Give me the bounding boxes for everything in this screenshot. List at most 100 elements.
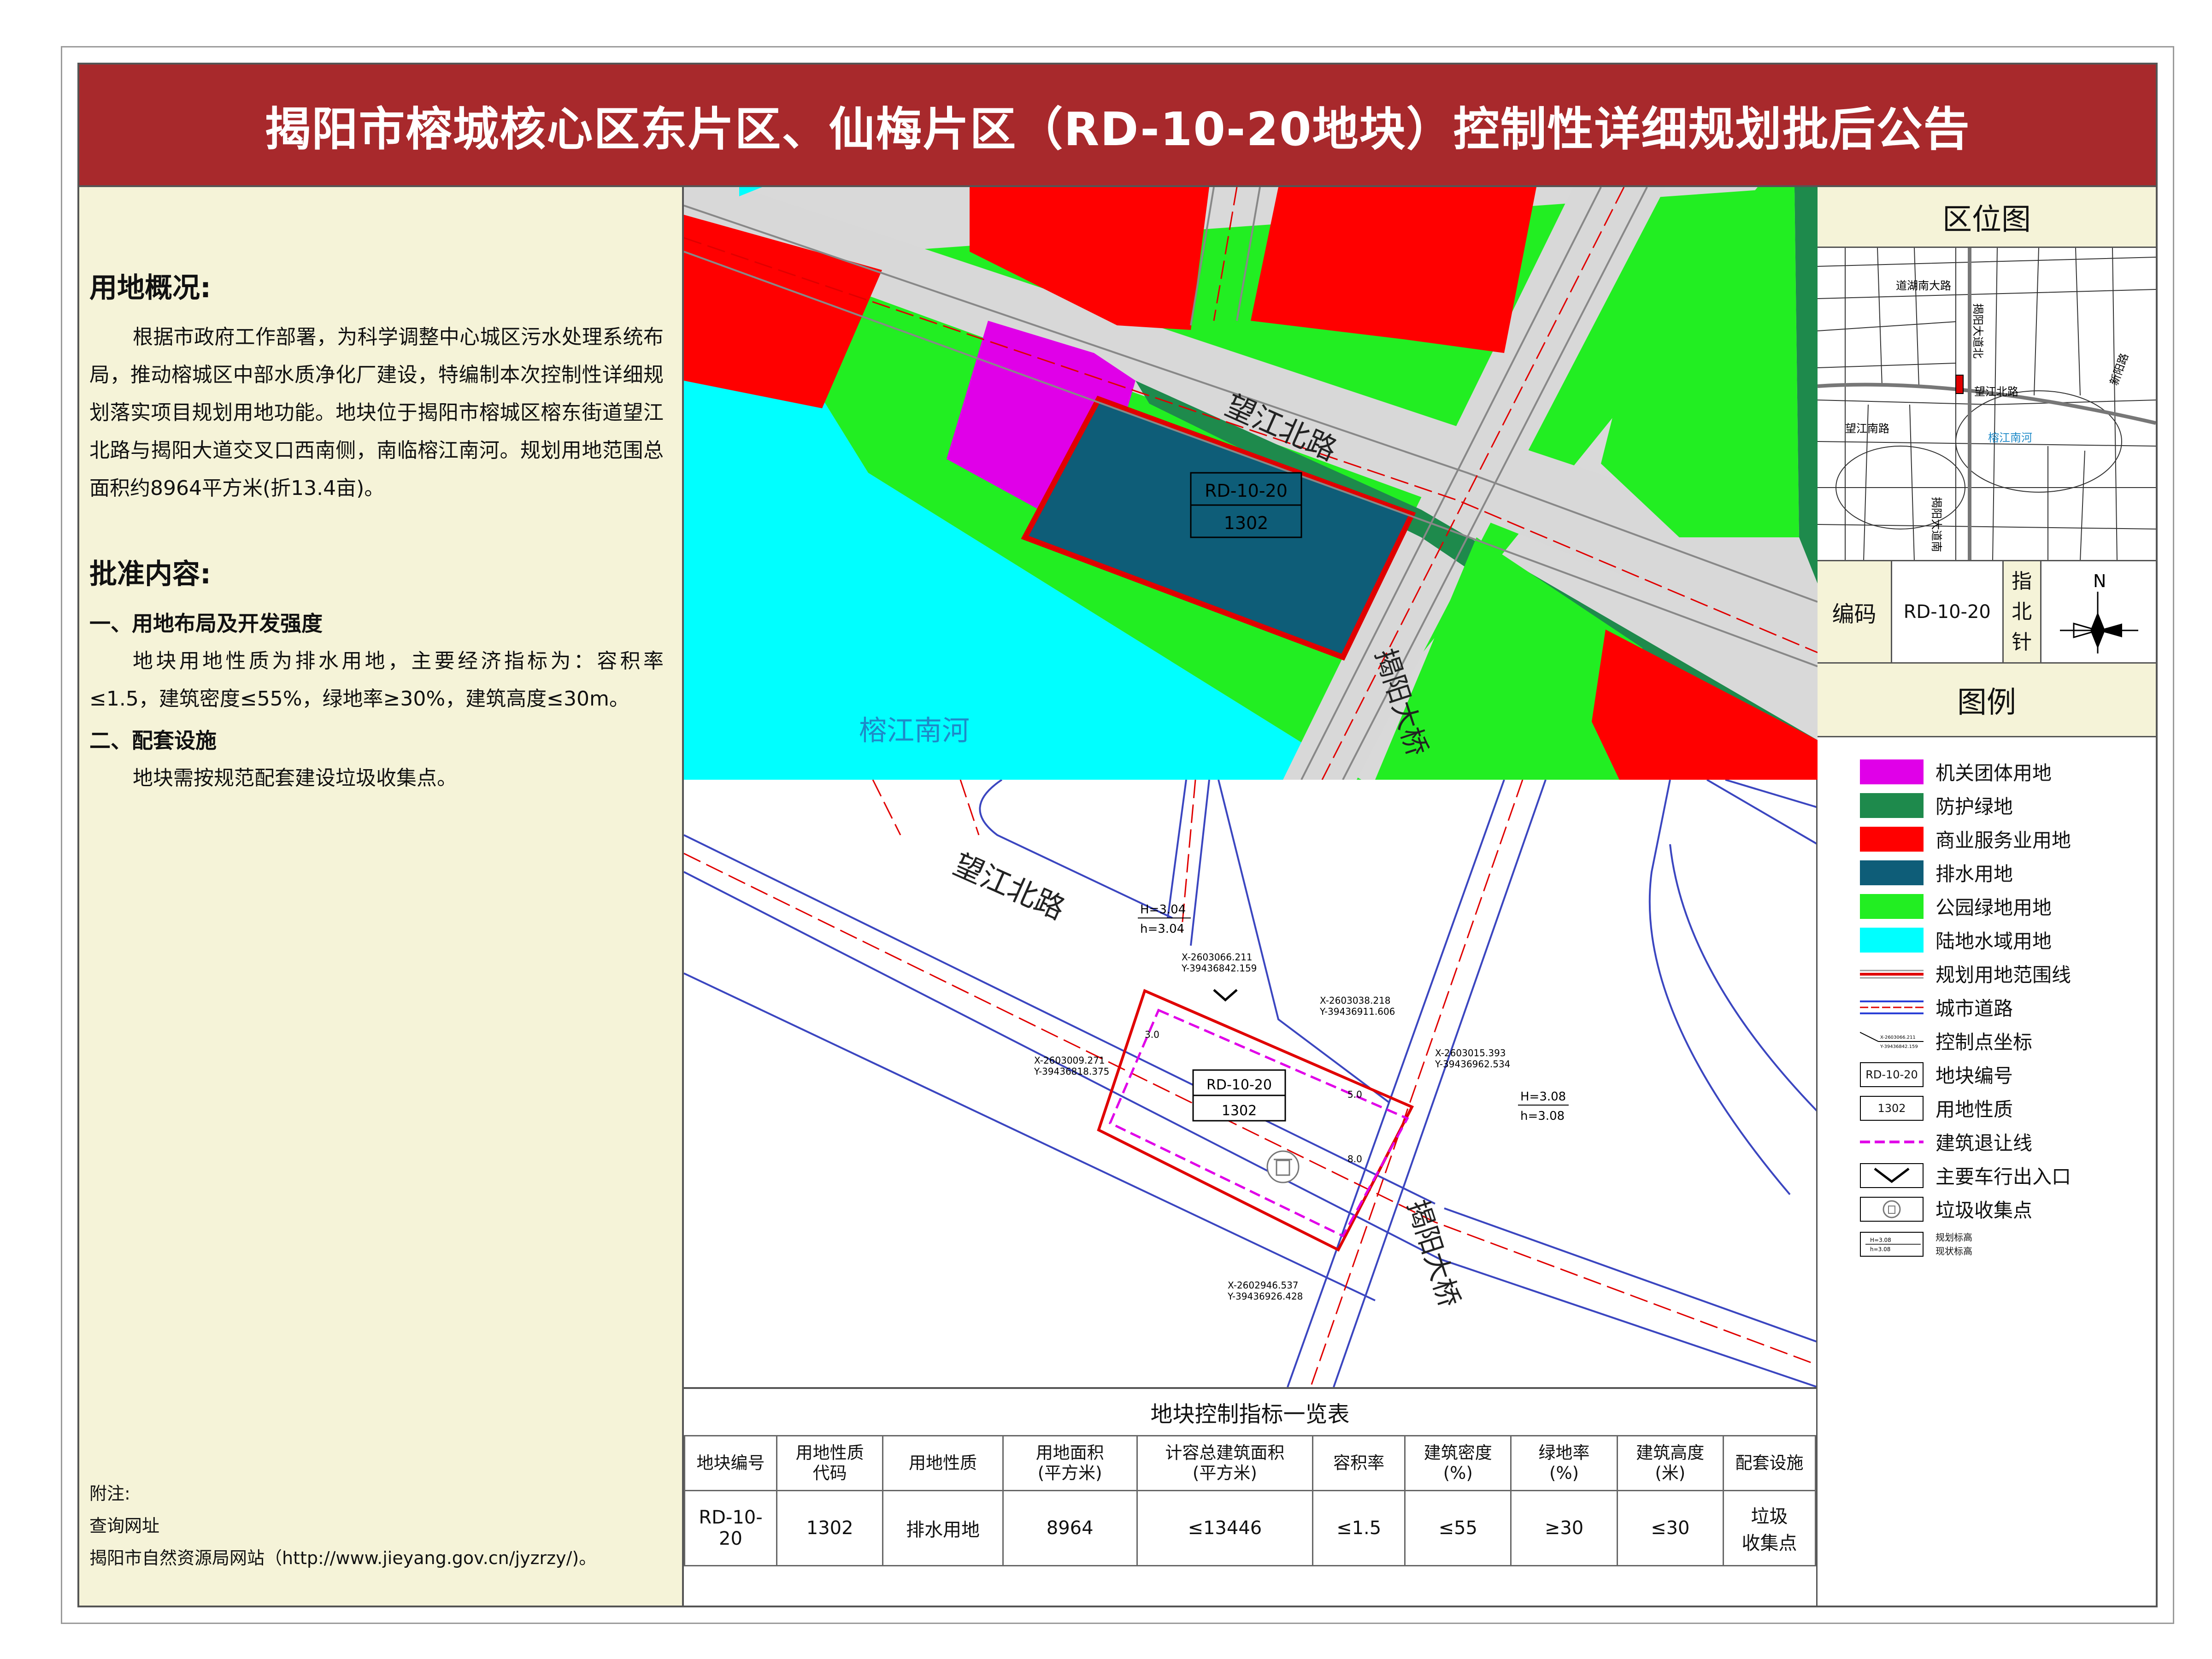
notes-label: 附注: bbox=[89, 1483, 130, 1504]
table-cell: 排水用地 bbox=[882, 1490, 1004, 1566]
index-table: 地块编号 用地性质 代码 用地性质 用地面积 (平方米) 计容总建筑面积 (平方米) 容积率 建筑… bbox=[683, 1435, 1817, 1566]
legend-swatch-commercial bbox=[1860, 826, 1924, 852]
legend-swatch-drainage bbox=[1860, 860, 1924, 885]
location-map-heading: 区位图 bbox=[1818, 187, 2156, 248]
legend-item: 防护绿地 bbox=[1860, 788, 2156, 822]
legend-swatch-land-use: 1302 bbox=[1860, 1095, 1924, 1121]
legend: 机关团体用地 防护绿地 商业服务业用地 排水用地 公园绿地用地 陆地水域用地 规… bbox=[1818, 737, 2156, 1263]
location-marker bbox=[1955, 375, 1964, 394]
legend-item: 1302 用地性质 bbox=[1860, 1091, 2156, 1125]
legend-item: 规划用地范围线 bbox=[1860, 957, 2156, 990]
control-point-3-x: X-2603009.271 bbox=[1034, 1055, 1105, 1066]
table-title: 地块控制指标一览表 bbox=[1150, 1401, 1350, 1427]
location-map: 道湖南大路 揭阳大道北 望江北路 望江南路 榕江南河 揭阳大道南 新阳路 bbox=[1818, 248, 2156, 561]
control-point-2-x: X-2603038.218 bbox=[1320, 995, 1391, 1006]
trash-legend-icon bbox=[1860, 1196, 1924, 1222]
legend-item: 主要车行出入口 bbox=[1860, 1159, 2156, 1192]
svg-text:N: N bbox=[2093, 571, 2106, 591]
control-point-5-x: X-2602946.537 bbox=[1228, 1280, 1299, 1291]
table-header-cell: 用地面积 (平方米) bbox=[1002, 1435, 1138, 1491]
notes-line2: 揭阳市自然资源局网站（http://www.jieyang.gov.cn/jyz… bbox=[89, 1548, 597, 1568]
loc-label-2: 揭阳大道北 bbox=[1971, 303, 1984, 359]
parcel-use-label-bottom: 1302 bbox=[1222, 1103, 1257, 1119]
legend-swatch-water bbox=[1860, 927, 1924, 953]
table-header-cell: 用地性质 代码 bbox=[776, 1435, 884, 1491]
table-cell: 8964 bbox=[1002, 1490, 1138, 1566]
control-point-3-y: Y-39436818.375 bbox=[1034, 1066, 1109, 1077]
table-header-cell: 配套设施 bbox=[1722, 1435, 1817, 1491]
control-point-5-y: Y-39436926.428 bbox=[1227, 1291, 1303, 1302]
table-cell: 垃圾 收集点 bbox=[1722, 1490, 1817, 1566]
overview-text: 根据市政府工作部署，为科学调整中心城区污水处理系统布局，推动榕城区中部水质净化厂… bbox=[89, 325, 664, 500]
code-value: RD-10-20 bbox=[1892, 561, 2004, 662]
loc-label-4: 望江南路 bbox=[1845, 422, 1889, 435]
elevation-planned-2: H=3.08 bbox=[1520, 1090, 1566, 1104]
parcel-id-box-bottom: RD-10-20 1302 bbox=[1192, 1069, 1286, 1122]
overview-heading: 用地概况: bbox=[89, 272, 211, 304]
section2-text: 地块需按规范配套建设垃圾收集点。 bbox=[133, 766, 457, 790]
table-header-cell: 建筑高度 (米) bbox=[1616, 1435, 1724, 1491]
table-cell: ≤13446 bbox=[1136, 1490, 1314, 1566]
land-use-map: 望江北路 揭阳大桥 榕江南河 RD-10-20 1302 bbox=[684, 187, 1818, 780]
control-point-1-y: Y-39436842.159 bbox=[1181, 963, 1257, 974]
legend-item: 商业服务业用地 bbox=[1860, 822, 2156, 856]
north-arrow-label: 指 北 针 bbox=[2004, 561, 2041, 662]
vehicle-entrance-icon bbox=[1213, 989, 1238, 1002]
legend-item: 机关团体用地 bbox=[1860, 755, 2156, 788]
parcel-code-label: RD-10-20 bbox=[1205, 481, 1288, 501]
section1-text: 地块用地性质为排水用地，主要经济指标为：容积率≤1.5，建筑密度≤55%，绿地率… bbox=[89, 649, 664, 711]
table-cell: ≤55 bbox=[1404, 1490, 1512, 1566]
loc-label-5: 榕江南河 bbox=[1988, 431, 2032, 444]
legend-item: RD-10-20 地块编号 bbox=[1860, 1058, 2156, 1091]
legend-swatch-boundary bbox=[1860, 961, 1924, 986]
svg-text:h=3.08: h=3.08 bbox=[1870, 1246, 1890, 1253]
road-label-wangjiang-bottom: 望江北路 bbox=[948, 847, 1070, 927]
legend-elev-existing: 现状标高 bbox=[1936, 1246, 1972, 1257]
legend-swatch-road bbox=[1860, 995, 1924, 1020]
legend-swatch-control-point: X-2603066.211 Y-39436842.159 bbox=[1860, 1029, 1924, 1053]
table-cell: RD-10-20 bbox=[683, 1490, 778, 1566]
trash-collection-icon bbox=[1266, 1150, 1300, 1183]
table-header-cell: 建筑密度 (%) bbox=[1404, 1435, 1512, 1491]
notes-line1: 查询网址 bbox=[89, 1516, 160, 1536]
control-index-table: 地块控制指标一览表 地块编号 用地性质 代码 用地性质 用地面积 (平方米) 计容总建筑面积… bbox=[683, 1387, 1818, 1606]
parcel-code-label-bottom: RD-10-20 bbox=[1206, 1077, 1272, 1093]
legend-item: 公园绿地用地 bbox=[1860, 889, 2156, 923]
loc-label-7: 新阳路 bbox=[2107, 352, 2131, 387]
commercial-block-4 bbox=[1592, 629, 1818, 780]
legend-swatch-park-green bbox=[1860, 894, 1924, 919]
loc-label-3: 望江北路 bbox=[1974, 385, 2018, 398]
code-row: 编码 RD-10-20 指 北 针 N bbox=[1818, 561, 2156, 664]
legend-item: 陆地水域用地 bbox=[1860, 923, 2156, 957]
description-panel: 用地概况: 根据市政府工作部署，为科学调整中心城区污水处理系统布局，推动榕城区中… bbox=[79, 187, 684, 1606]
setback-label-a: 3.0 bbox=[1145, 1029, 1159, 1040]
parcel-id-box: RD-10-20 1302 bbox=[1190, 472, 1302, 538]
section1-title: 一、用地布局及开发强度 bbox=[89, 611, 323, 636]
legend-item: 排水用地 bbox=[1860, 856, 2156, 889]
table-row: RD-10-20 1302 排水用地 8964 ≤13446 ≤1.5 ≤55 ≥30 ≤30 垃… bbox=[683, 1490, 1817, 1566]
north-arrow-icon: N bbox=[2041, 561, 2156, 662]
table-cell: 1302 bbox=[776, 1490, 884, 1566]
code-label: 编码 bbox=[1818, 561, 1892, 662]
loc-label-6: 揭阳大道南 bbox=[1930, 497, 1943, 552]
legend-swatch-protective-green bbox=[1860, 793, 1924, 818]
control-point-4-x: X-2603015.393 bbox=[1435, 1047, 1506, 1059]
section2-title: 二、配套设施 bbox=[89, 728, 217, 753]
legend-heading: 图例 bbox=[1818, 664, 2156, 737]
site-plan-map: RD-10-20 1302 望江北路 揭阳大桥 H=3.04 h=3.04 H=… bbox=[684, 780, 1818, 1387]
info-panel: 区位图 道湖南大路 揭阳大道北 望江北路 望江南路 榕江南河 揭阳大道南 新阳路 bbox=[1818, 187, 2156, 1606]
control-point-4-y: Y-39436962.534 bbox=[1435, 1059, 1510, 1070]
river-label: 榕江南河 bbox=[859, 715, 970, 747]
table-cell: ≤1.5 bbox=[1312, 1490, 1406, 1566]
setback-label-b: 5.0 bbox=[1347, 1089, 1362, 1100]
table-cell: ≤30 bbox=[1616, 1490, 1724, 1566]
legend-swatch-parcel-code: RD-10-20 bbox=[1860, 1062, 1924, 1087]
table-header-cell: 容积率 bbox=[1312, 1435, 1406, 1491]
loc-label-1: 道湖南大路 bbox=[1896, 279, 1951, 292]
svg-text:Y-39436842.159: Y-39436842.159 bbox=[1880, 1044, 1918, 1049]
svg-text:X-2603066.211: X-2603066.211 bbox=[1880, 1035, 1916, 1040]
legend-elev-planned: 规划标高 bbox=[1936, 1232, 1972, 1243]
table-header-cell: 用地性质 bbox=[882, 1435, 1004, 1491]
approval-heading: 批准内容: bbox=[89, 558, 211, 590]
table-header-row: 地块编号 用地性质 代码 用地性质 用地面积 (平方米) 计容总建筑面积 (平方米) 容积率 建筑… bbox=[683, 1435, 1817, 1491]
